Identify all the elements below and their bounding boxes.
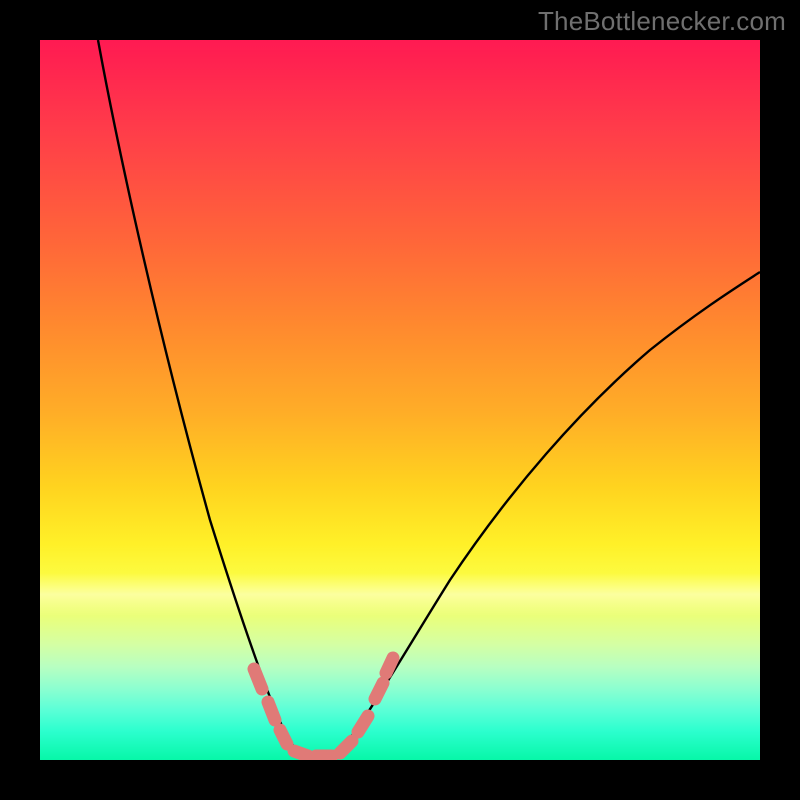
valley-marker	[280, 730, 287, 744]
curve-left-branch	[98, 40, 302, 756]
plot-area	[40, 40, 760, 760]
watermark-text: TheBottlenecker.com	[538, 6, 786, 37]
curve-right-branch	[336, 272, 760, 756]
valley-marker	[386, 658, 393, 673]
bottleneck-curves	[40, 40, 760, 760]
valley-marker	[340, 741, 352, 753]
valley-marker	[268, 702, 275, 720]
valley-marker	[375, 683, 383, 699]
valley-marker	[358, 716, 368, 732]
outer-black-frame: TheBottlenecker.com	[0, 0, 800, 800]
valley-marker	[254, 669, 262, 689]
valley-marker	[294, 751, 308, 756]
